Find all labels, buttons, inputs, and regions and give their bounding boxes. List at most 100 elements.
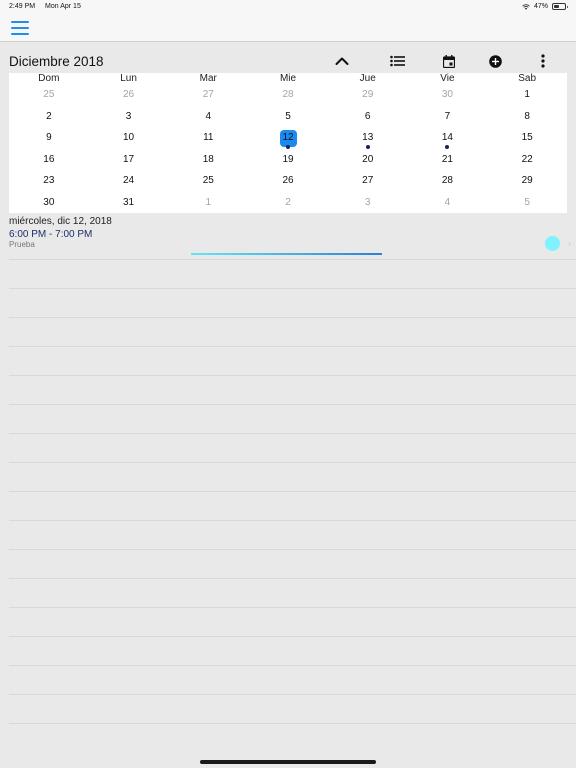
list-separator: [9, 346, 576, 347]
list-separator: [9, 317, 576, 318]
list-separator: [9, 636, 576, 637]
calendar-day[interactable]: 7: [427, 109, 467, 125]
calendar-day[interactable]: 26: [268, 173, 308, 189]
status-date: Mon Apr 15: [45, 3, 81, 10]
list-separator: [9, 578, 576, 579]
calendar-day[interactable]: 4: [188, 109, 228, 125]
list-separator: [9, 259, 576, 260]
event-indicator-dot: [445, 145, 450, 150]
calendar-day[interactable]: 28: [427, 173, 467, 189]
calendar-header: Diciembre 2018: [0, 43, 576, 73]
calendar-day[interactable]: 2: [29, 109, 69, 125]
list-separator: [9, 520, 576, 521]
weekday-header-lun: Lun: [120, 73, 137, 84]
selected-date-heading: miércoles, dic 12, 2018: [9, 216, 112, 227]
calendar-day[interactable]: 16: [29, 152, 69, 168]
event-indicator-dot: [365, 145, 370, 150]
list-separator: [9, 665, 576, 666]
status-bar: 2:49 PM Mon Apr 15 47%: [0, 0, 576, 14]
list-separator: [9, 723, 576, 724]
calendar-day-outside-month[interactable]: 25: [29, 87, 69, 103]
calendar-day-outside-month[interactable]: 26: [109, 87, 149, 103]
status-right: 47%: [522, 3, 568, 10]
event-color-indicator: [545, 236, 560, 251]
wifi-icon: [522, 3, 530, 10]
list-separator: [9, 694, 576, 695]
calendar-day[interactable]: 10: [109, 130, 149, 146]
list-separator: [9, 433, 576, 434]
calendar-day[interactable]: 24: [109, 173, 149, 189]
weekday-header-jue: Jue: [359, 73, 376, 84]
calendar-day-outside-month[interactable]: 29: [348, 87, 388, 103]
calendar-day-outside-month[interactable]: 2: [268, 195, 308, 211]
event-time: 6:00 PM - 7:00 PM: [9, 229, 93, 240]
calendar-day[interactable]: 13: [348, 130, 388, 146]
calendar-day[interactable]: 17: [109, 152, 149, 168]
add-event-button[interactable]: [486, 53, 504, 69]
chevron-right-icon: ›: [568, 238, 571, 248]
collapse-button[interactable]: [333, 53, 351, 69]
weekday-header-mar: Mar: [199, 73, 217, 84]
calendar-day[interactable]: 27: [348, 173, 388, 189]
calendar-day[interactable]: 29: [507, 173, 547, 189]
add-circle-icon: [488, 54, 502, 68]
calendar-day[interactable]: 20: [348, 152, 388, 168]
battery-fill: [554, 5, 559, 8]
calendar-day-outside-month[interactable]: 1: [188, 195, 228, 211]
battery-percent: 47%: [533, 3, 548, 10]
calendar-day[interactable]: 11: [188, 130, 228, 146]
calendar-day[interactable]: 31: [109, 195, 149, 211]
calendar-day[interactable]: 21: [427, 152, 467, 168]
list-separator: [9, 375, 576, 376]
calendar-day[interactable]: 8: [507, 109, 547, 125]
list-separator: [9, 549, 576, 550]
calendar-view-button[interactable]: [440, 53, 458, 69]
event-row[interactable]: 6:00 PM - 7:00 PM Prueba ›: [0, 229, 576, 259]
calendar-day-outside-month[interactable]: 28: [268, 87, 308, 103]
weekday-header-mie: Mie: [279, 73, 297, 84]
chevron-up-icon: [335, 57, 349, 65]
calendar-day[interactable]: 23: [29, 173, 69, 189]
list-separator: [9, 462, 576, 463]
calendar-day[interactable]: 5: [268, 109, 308, 125]
calendar-day[interactable]: 9: [29, 130, 69, 146]
event-title: Prueba: [9, 240, 35, 249]
calendar-day[interactable]: 15: [507, 130, 547, 146]
list-separator: [9, 288, 576, 289]
calendar-day[interactable]: 6: [348, 109, 388, 125]
more-vertical-icon: [541, 54, 545, 68]
status-left: 2:49 PM Mon Apr 15: [9, 3, 89, 10]
weekday-header-sab: Sab: [518, 73, 537, 84]
month-calendar: Dom Lun Mar Mie Jue Vie Sab 25 26 27 28 29 30 1 2 3 4 5 6 7…: [9, 73, 567, 213]
more-options-button[interactable]: [534, 53, 552, 69]
battery-icon: [552, 3, 568, 10]
calendar-day[interactable]: 19: [268, 152, 308, 168]
calendar-day[interactable]: 22: [507, 152, 547, 168]
agenda-empty-list: [9, 259, 576, 768]
calendar-day-outside-month[interactable]: 3: [348, 195, 388, 211]
weekday-header-dom: Dom: [38, 73, 60, 84]
event-indicator-dot: [286, 145, 290, 150]
event-progress-line: [191, 253, 382, 255]
calendar-day[interactable]: 18: [188, 152, 228, 168]
list-view-button[interactable]: [388, 53, 406, 69]
calendar-day-outside-month[interactable]: 4: [427, 195, 467, 211]
list-separator: [9, 607, 576, 608]
calendar-day[interactable]: 1: [507, 87, 547, 103]
list-icon: [389, 55, 405, 67]
calendar-day-outside-month[interactable]: 30: [427, 87, 467, 103]
list-separator: [9, 491, 576, 492]
calendar-day-outside-month[interactable]: 5: [507, 195, 547, 211]
hamburger-menu-icon[interactable]: [11, 21, 29, 35]
list-separator: [9, 404, 576, 405]
weekday-header-vie: Vie: [440, 73, 455, 84]
calendar-day[interactable]: 30: [29, 195, 69, 211]
calendar-day[interactable]: 12: [268, 130, 308, 146]
calendar-day[interactable]: 3: [109, 109, 149, 125]
calendar-day-outside-month[interactable]: 27: [188, 87, 228, 103]
month-title: Diciembre 2018: [9, 54, 104, 69]
home-indicator: [200, 760, 376, 764]
calendar-icon: [443, 54, 455, 68]
calendar-day[interactable]: 14: [427, 130, 467, 146]
calendar-day[interactable]: 25: [188, 173, 228, 189]
